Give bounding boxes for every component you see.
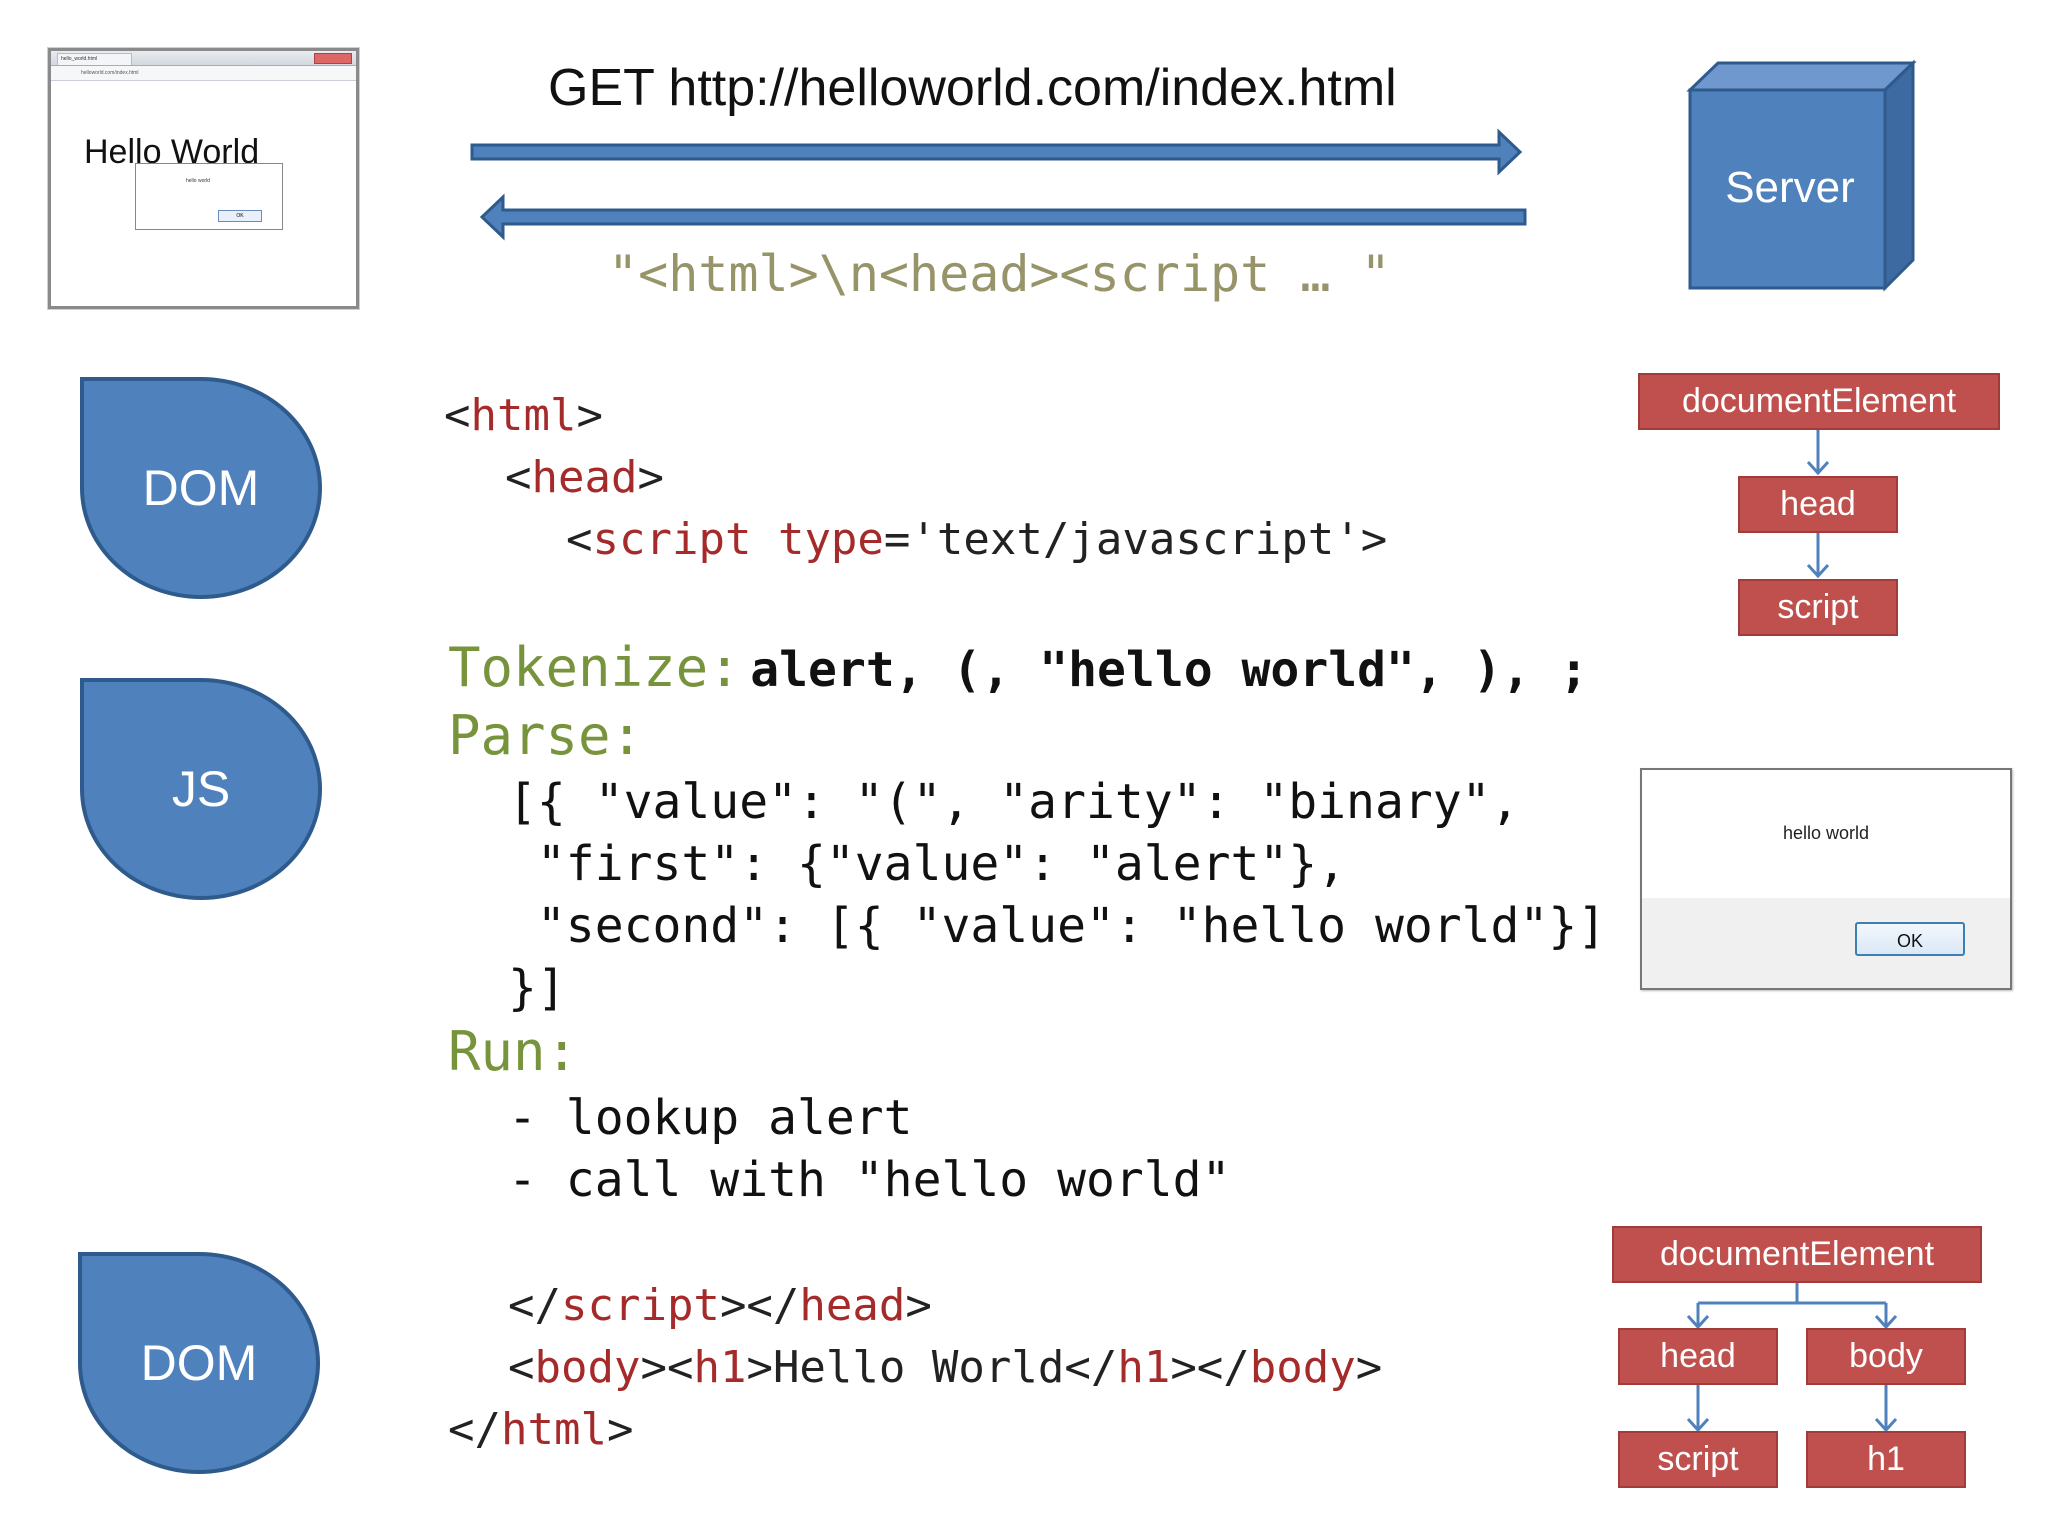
alert-message: hello world: [1782, 823, 1870, 843]
tree1-node-script: script: [1738, 579, 1898, 636]
tree2-node-head: head: [1618, 1328, 1778, 1385]
tree1-node-documentElement: documentElement: [1638, 373, 2000, 430]
tag-name: script: [560, 1280, 720, 1331]
request-arrow: [470, 128, 1523, 176]
tree2-node-body: body: [1806, 1328, 1966, 1385]
code-line-head-open: <head>: [505, 452, 664, 503]
tag-name: script: [592, 514, 752, 565]
parse-line: "second": [{ "value": "hello world"}]: [508, 898, 1607, 954]
tree2-node-h1: h1: [1806, 1431, 1966, 1488]
run-line: - call with "hello world": [508, 1152, 1231, 1208]
attr-value: 'text/javascript': [910, 514, 1361, 565]
tag-name: head: [531, 452, 638, 503]
parse-line: [{ "value": "(", "arity": "binary",: [508, 774, 1520, 830]
code-line-script-open: <script type='text/javascript'>: [566, 514, 1388, 565]
response-arrow: [479, 193, 1527, 241]
token-list: alert, (, "hello world", ), ;: [750, 642, 1589, 698]
attr-name: type: [777, 514, 884, 565]
dom-phase-badge-2: DOM: [78, 1252, 320, 1474]
parse-line: "first": {"value": "alert"},: [508, 836, 1347, 892]
tag-name: html: [470, 390, 577, 441]
tree1-node-head: head: [1738, 476, 1898, 533]
tokenize-label: Tokenize:: [448, 636, 741, 699]
code-line-html-open: <html>: [444, 390, 603, 441]
code-line-body: <body><h1>Hello World</h1></body>: [508, 1342, 1383, 1393]
tree2-node-documentElement: documentElement: [1612, 1226, 1982, 1283]
parse-line: }]: [508, 960, 566, 1016]
run-label: Run:: [448, 1020, 579, 1083]
tag-name: body: [534, 1342, 641, 1393]
code-line-script-head-close: </script></head>: [508, 1280, 932, 1331]
tag-name: h1: [1117, 1342, 1171, 1393]
alert-dialog: hello world OK: [1640, 768, 2012, 990]
tag-name: html: [500, 1404, 607, 1455]
h1-text: Hello World: [772, 1342, 1065, 1393]
tokenize-line: Tokenize: alert, (, "hello world", ), ;: [448, 636, 1588, 699]
run-line: - lookup alert: [508, 1090, 913, 1146]
tree2-node-script: script: [1618, 1431, 1778, 1488]
parse-label: Parse:: [448, 704, 644, 767]
code-line-html-close: </html>: [448, 1404, 634, 1455]
alert-ok-button[interactable]: OK: [1855, 922, 1965, 956]
server-label: Server: [1725, 163, 1855, 212]
dom-phase-badge: DOM: [80, 377, 322, 599]
tag-name: h1: [693, 1342, 747, 1393]
tag-name: head: [799, 1280, 906, 1331]
js-phase-badge: JS: [80, 678, 322, 900]
tag-name: body: [1249, 1342, 1356, 1393]
